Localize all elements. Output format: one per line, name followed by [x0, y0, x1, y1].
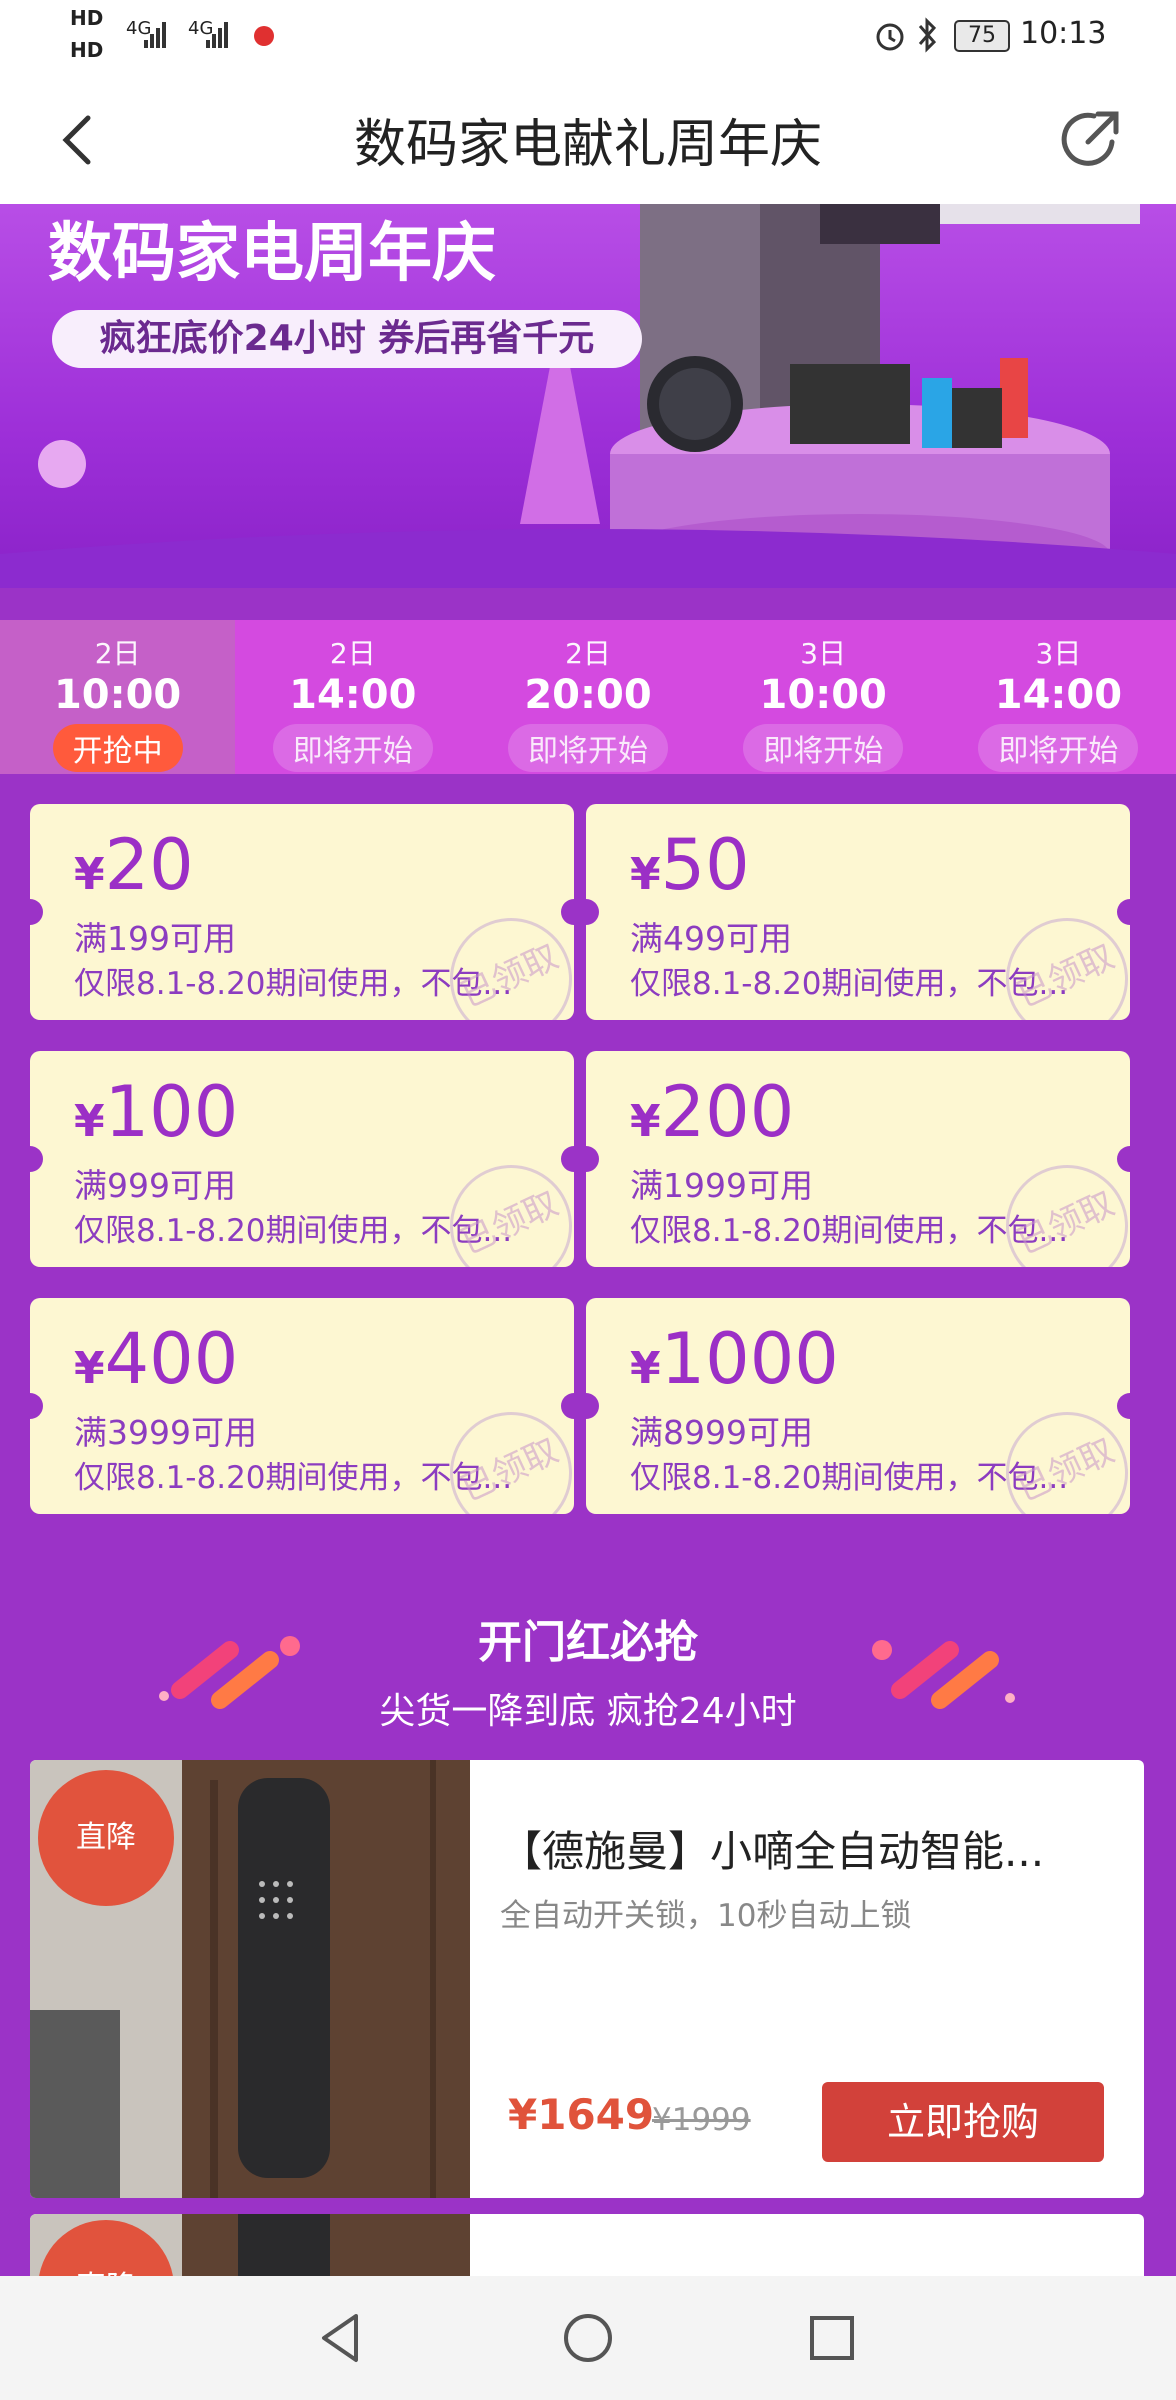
coupon-notch: [561, 1146, 574, 1172]
currency-symbol: ¥: [74, 849, 105, 900]
coupon-condition: 满499可用: [630, 919, 792, 958]
coupon-card[interactable]: ¥400 满3999可用 仅限8.1-8.20期间使用，不包... 已领取: [30, 1298, 574, 1514]
share-icon[interactable]: [1058, 106, 1124, 172]
coupon-condition: 满199可用: [74, 919, 236, 958]
tab-time: 10:00: [759, 672, 887, 718]
banner-subtitle: 疯狂底价24小时 券后再省千元: [52, 310, 642, 368]
bluetooth-icon: [918, 17, 937, 53]
coupon-notch: [586, 1146, 599, 1172]
coupon-condition: 满3999可用: [74, 1413, 257, 1452]
tab-2-10[interactable]: 2日 10:00 开抢中: [0, 620, 236, 774]
page-title: 数码家电献礼周年庆: [353, 115, 822, 175]
alarm-icon: [876, 23, 904, 51]
coupon-condition: 满999可用: [74, 1166, 236, 1205]
coupon-value: 400: [104, 1318, 239, 1400]
tab-date: 2日: [94, 637, 141, 670]
coupon-card[interactable]: ¥1000 满8999可用 仅限8.1-8.20期间使用，不包... 已领取: [586, 1298, 1130, 1514]
coupon-value: 1000: [660, 1318, 839, 1400]
product-card[interactable]: 直降 【德施曼】小嘀全自动智能... 全自动开关锁，10秒自动上锁 ¥1649 …: [30, 1760, 1144, 2198]
coupon-condition: 满1999可用: [630, 1166, 813, 1205]
tab-date: 3日: [1035, 637, 1082, 670]
tab-date: 3日: [800, 637, 847, 670]
coupon-notch: [561, 1393, 574, 1419]
tab-status: 开抢中: [52, 724, 183, 772]
coupon-card[interactable]: ¥50 满499可用 仅限8.1-8.20期间使用，不包... 已领取: [586, 804, 1130, 1020]
tab-status: 即将开始: [978, 724, 1139, 772]
tab-status: 即将开始: [743, 724, 904, 772]
tab-status: 即将开始: [508, 724, 668, 772]
section-subtitle: 尖货一降到底 疯抢24小时: [379, 1691, 797, 1732]
promo-banner[interactable]: 数码家电周年庆 疯狂底价24小时 券后再省千元: [0, 204, 1176, 588]
tab-time: 20:00: [524, 672, 652, 718]
currency-symbol: ¥: [630, 1096, 661, 1147]
coupon-value: 100: [104, 1071, 239, 1153]
tab-2-14[interactable]: 2日 14:00 即将开始: [235, 620, 470, 774]
product-price: ¥1649: [508, 2090, 655, 2139]
product-original-price: ¥1999: [652, 2102, 751, 2138]
coupon-value: 50: [660, 824, 750, 906]
coupon-amount: ¥1000: [630, 1318, 839, 1400]
currency-symbol: ¥: [630, 1343, 661, 1394]
app-notification-icon: [254, 26, 274, 46]
coupon-value: 20: [104, 824, 194, 906]
tab-time: 14:00: [994, 672, 1123, 718]
coupon-notch: [586, 899, 599, 925]
recents-square-icon[interactable]: [802, 2308, 862, 2368]
battery-icon: 75: [954, 20, 1010, 52]
coupon-notch: [1117, 1393, 1130, 1419]
coupon-card[interactable]: ¥100 满999可用 仅限8.1-8.20期间使用，不包... 已领取: [30, 1051, 574, 1267]
tab-time: 10:00: [53, 672, 182, 718]
currency-symbol: ¥: [630, 849, 661, 900]
home-circle-icon[interactable]: [558, 2308, 618, 2368]
coupon-amount: ¥50: [630, 824, 750, 906]
signal-icon: [144, 22, 228, 48]
nav-bar: 数码家电献礼周年庆: [0, 72, 1176, 205]
product-title[interactable]: 【德施曼】小嘀全自动智能...: [500, 1818, 1120, 1879]
currency-symbol: ¥: [74, 1343, 105, 1394]
tab-status: 即将开始: [272, 724, 433, 772]
coupon-amount: ¥200: [630, 1071, 794, 1153]
coupon-notch: [561, 899, 574, 925]
banner-title: 数码家电周年庆: [48, 217, 496, 291]
coupon-notch: [586, 1393, 599, 1419]
tab-date: 2日: [329, 637, 376, 670]
coupon-notch: [30, 899, 43, 925]
coupon-amount: ¥400: [74, 1318, 238, 1400]
hd1-indicator: HD: [70, 6, 104, 30]
hd2-indicator: HD: [70, 38, 104, 62]
tab-3-14[interactable]: 3日 14:00 即将开始: [941, 620, 1176, 774]
coupon-notch: [1117, 1146, 1130, 1172]
coupon-notch: [30, 1393, 43, 1419]
clock: 10:13: [1020, 16, 1107, 51]
tab-date: 2日: [565, 637, 611, 670]
tab-2-20[interactable]: 2日 20:00 即将开始: [470, 620, 705, 774]
buy-now-button[interactable]: 立即抢购: [822, 2082, 1104, 2162]
section-title: 开门红必抢: [478, 1617, 698, 1668]
status-bar: HD HD 4G 4G 75 10:13: [0, 0, 1176, 72]
coupon-card[interactable]: ¥200 满1999可用 仅限8.1-8.20期间使用，不包... 已领取: [586, 1051, 1130, 1267]
price-drop-badge: 直降: [38, 1770, 174, 1906]
coupon-card[interactable]: ¥20 满199可用 仅限8.1-8.20期间使用，不包... 已领取: [30, 804, 574, 1020]
product-description: 全自动开关锁，10秒自动上锁: [500, 1898, 912, 1934]
tab-3-10[interactable]: 3日 10:00 即将开始: [706, 620, 941, 774]
tab-time: 14:00: [289, 672, 417, 718]
coupon-condition: 满8999可用: [630, 1413, 813, 1452]
currency-symbol: ¥: [74, 1096, 105, 1147]
back-triangle-icon[interactable]: [312, 2308, 372, 2368]
time-tabs: 2日 10:00 开抢中 2日 14:00 即将开始 2日 20:00 即将开始…: [0, 620, 1176, 774]
coupon-notch: [1117, 899, 1130, 925]
coupon-value: 200: [660, 1071, 795, 1153]
system-nav-bar: [0, 2276, 1176, 2400]
coupon-amount: ¥20: [74, 824, 194, 906]
coupon-amount: ¥100: [74, 1071, 238, 1153]
coupon-notch: [30, 1146, 43, 1172]
